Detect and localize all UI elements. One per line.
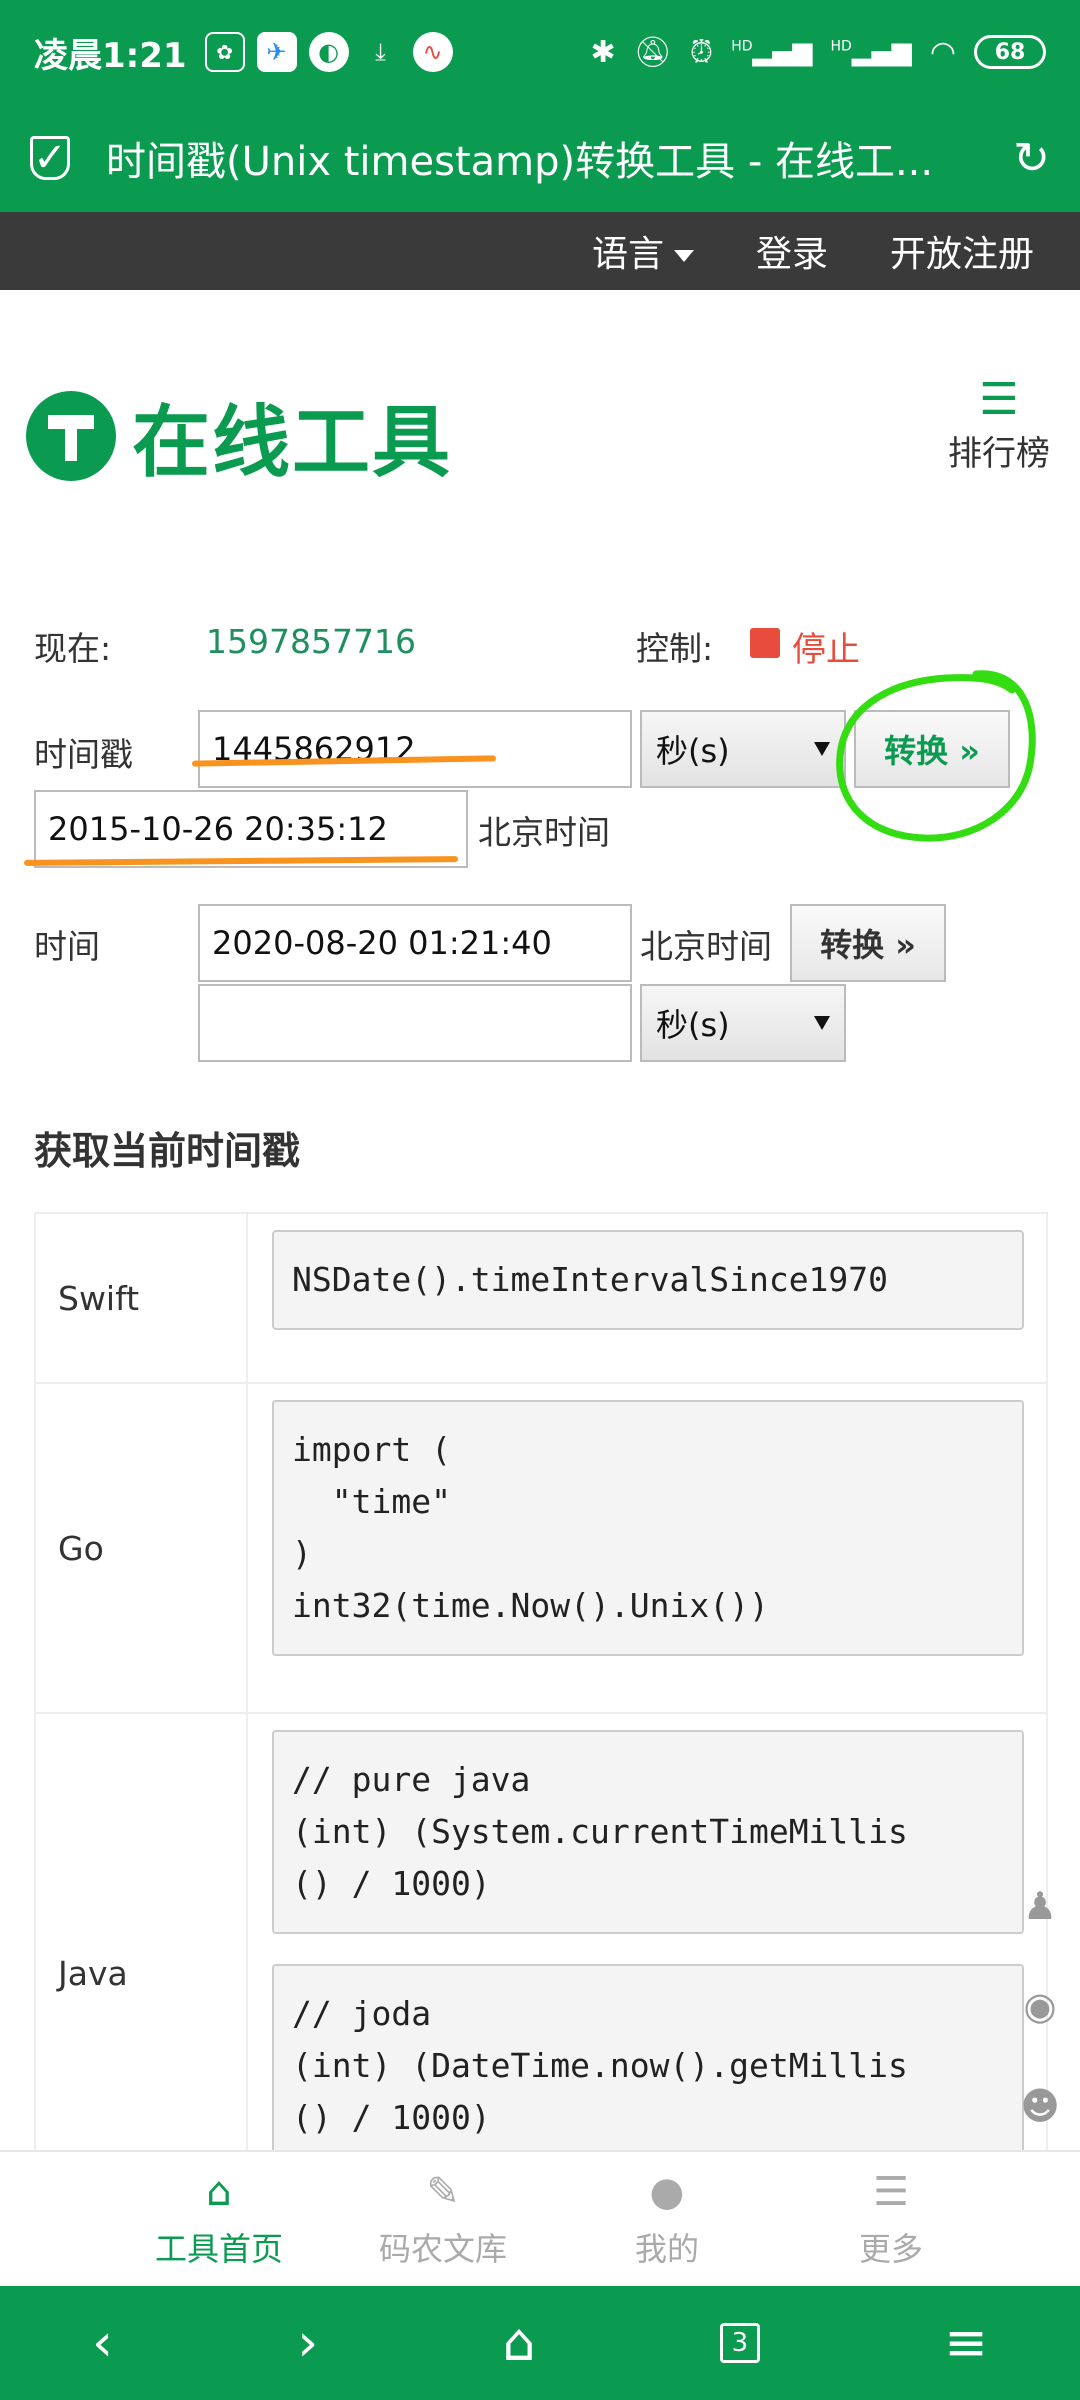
tab-more[interactable]: ☰ 更多 <box>779 2152 1003 2286</box>
hammer-logo-icon <box>26 391 116 481</box>
tab-label: 码农文库 <box>378 2230 507 2268</box>
section-title: 获取当前时间戳 <box>34 1129 301 1173</box>
time-timezone: 北京时间 <box>640 927 772 966</box>
login-link[interactable]: 登录 <box>756 225 828 277</box>
time-label: 时间 <box>34 927 100 966</box>
ranking-label: 排行榜 <box>948 434 1050 474</box>
menu-icon: ☰ <box>873 2169 909 2215</box>
now-label: 现在: <box>34 629 112 668</box>
hd-label: HD <box>731 38 753 55</box>
page-title: 时间戳(Unix timestamp)转换工具 - 在线工... <box>106 139 934 185</box>
shield-icon[interactable]: ✓ <box>30 135 70 181</box>
tabs-count-icon[interactable]: 3 <box>719 2323 760 2363</box>
table-row: Go import ( "time" ) int32(time.Now().Un… <box>36 1384 1046 1714</box>
bottom-tab-bar: ⌂ 工具首页 ✎ 码农文库 ● 我的 ☰ 更多 <box>0 2150 1080 2286</box>
screen: 凌晨1:21 ✿ ✈ ◐ ⤓ ∿ ✱ 🔕︎ ⏰︎ HD▂▄▆ HD▂▄▆ ◠ 6… <box>0 0 1080 2400</box>
code-block[interactable]: NSDate().timeIntervalSince1970 <box>272 1230 1024 1330</box>
now-timestamp-value: 1597857716 <box>206 622 416 661</box>
globe-icon: ◐ <box>308 32 349 72</box>
browser-title-bar: ✓ 时间戳(Unix timestamp)转换工具 - 在线工... ↻ <box>0 104 1080 212</box>
mute-icon: 🔕︎ <box>633 34 672 70</box>
back-icon[interactable]: ‹ <box>92 2313 113 2373</box>
lang-cell: Swift <box>36 1214 248 1382</box>
forward-icon[interactable]: › <box>297 2313 318 2373</box>
baidu-icon: ✿ <box>204 32 245 72</box>
github-share-icon[interactable]: ☻ <box>1014 2080 1066 2132</box>
tab-mine[interactable]: ● 我的 <box>555 2152 779 2286</box>
timestamp-label: 时间戳 <box>34 735 133 774</box>
weibo-share-icon[interactable]: ◉ <box>1014 1980 1066 2032</box>
tab-coder-library[interactable]: ✎ 码农文库 <box>331 2152 555 2286</box>
timestamp-convert-button[interactable]: 转换 » <box>854 710 1010 788</box>
ranking-link[interactable]: ☰ 排行榜 <box>948 374 1050 475</box>
status-time: 凌晨1:21 <box>34 35 187 76</box>
battery-icon: 68 <box>974 35 1046 69</box>
code-block[interactable]: // pure java (int) (System.currentTimeMi… <box>272 1730 1024 1934</box>
timestamp-unit-select[interactable]: 秒(s) <box>640 710 846 788</box>
tab-tools-home[interactable]: ⌂ 工具首页 <box>107 2152 331 2286</box>
tab-label: 更多 <box>858 2230 923 2268</box>
lang-cell: Go <box>36 1384 248 1712</box>
stop-square-icon[interactable] <box>750 628 780 658</box>
timestamp-result-timezone: 北京时间 <box>478 813 610 852</box>
refresh-icon[interactable]: ↻ <box>1013 133 1050 184</box>
logo-text: 在线工具 <box>132 398 453 488</box>
code-block[interactable]: import ( "time" ) int32(time.Now().Unix(… <box>272 1400 1024 1656</box>
qq-share-icon[interactable]: ♟ <box>1014 1880 1066 1932</box>
home-icon: ⌂ <box>206 2169 232 2215</box>
language-menu[interactable]: 语言 <box>592 225 694 277</box>
wifi-icon: ◠ <box>929 34 956 70</box>
ordered-list-icon: ☰ <box>979 374 1019 425</box>
dropdown-arrow-icon <box>814 1016 830 1030</box>
status-bar: 凌晨1:21 ✿ ✈ ◐ ⤓ ∿ ✱ 🔕︎ ⏰︎ HD▂▄▆ HD▂▄▆ ◠ 6… <box>0 0 1080 104</box>
dropdown-arrow-icon <box>814 742 830 756</box>
time-result-output[interactable] <box>198 984 632 1062</box>
timestamp-unit-value: 秒(s) <box>656 732 730 770</box>
code-cell: NSDate().timeIntervalSince1970 <box>248 1214 1046 1382</box>
top-nav: 语言 登录 开放注册 <box>0 212 1080 290</box>
signal-icon: HD▂▄▆ <box>731 37 813 67</box>
hd-label-2: HD <box>830 38 852 55</box>
time-unit-select[interactable]: 秒(s) <box>640 984 846 1062</box>
monitor-app-icon: ∿ <box>412 32 453 72</box>
site-logo[interactable]: 在线工具 <box>26 380 452 492</box>
code-block[interactable]: // joda (int) (DateTime.now().getMillis … <box>272 1964 1024 2168</box>
alarm-icon: ⏰︎ <box>689 34 714 70</box>
home-nav-icon[interactable]: ⌂ <box>502 2313 535 2373</box>
menu-nav-icon[interactable]: ≡ <box>944 2313 988 2373</box>
browser-nav-bar: ‹ › ⌂ 3 ≡ <box>0 2286 1080 2400</box>
code-table: Swift NSDate().timeIntervalSince1970 Go … <box>34 1212 1048 2236</box>
flyme-icon: ✈ <box>256 32 297 72</box>
tab-label: 工具首页 <box>154 2230 283 2268</box>
caret-down-icon <box>673 250 694 262</box>
language-label: 语言 <box>591 234 664 275</box>
tab-label: 我的 <box>634 2230 699 2268</box>
time-convert-button[interactable]: 转换 » <box>790 904 946 982</box>
time-input[interactable]: 2020-08-20 01:21:40 <box>198 904 632 982</box>
control-label: 控制: <box>636 629 714 668</box>
download-icon: ⤓ <box>375 38 386 66</box>
pencil-icon: ✎ <box>426 2169 460 2215</box>
timestamp-input[interactable]: 1445862912 <box>198 710 632 788</box>
time-unit-value: 秒(s) <box>656 1006 730 1044</box>
user-icon: ● <box>649 2169 685 2215</box>
stop-button[interactable]: 停止 <box>792 622 860 671</box>
code-cell: import ( "time" ) int32(time.Now().Unix(… <box>248 1384 1046 1712</box>
register-link[interactable]: 开放注册 <box>890 225 1034 277</box>
table-row: Swift NSDate().timeIntervalSince1970 <box>36 1214 1046 1384</box>
signal-icon-2: HD▂▄▆ <box>830 37 912 67</box>
bluetooth-icon: ✱ <box>590 34 616 70</box>
status-right: ✱ 🔕︎ ⏰︎ HD▂▄▆ HD▂▄▆ ◠ 68 <box>591 35 1046 70</box>
